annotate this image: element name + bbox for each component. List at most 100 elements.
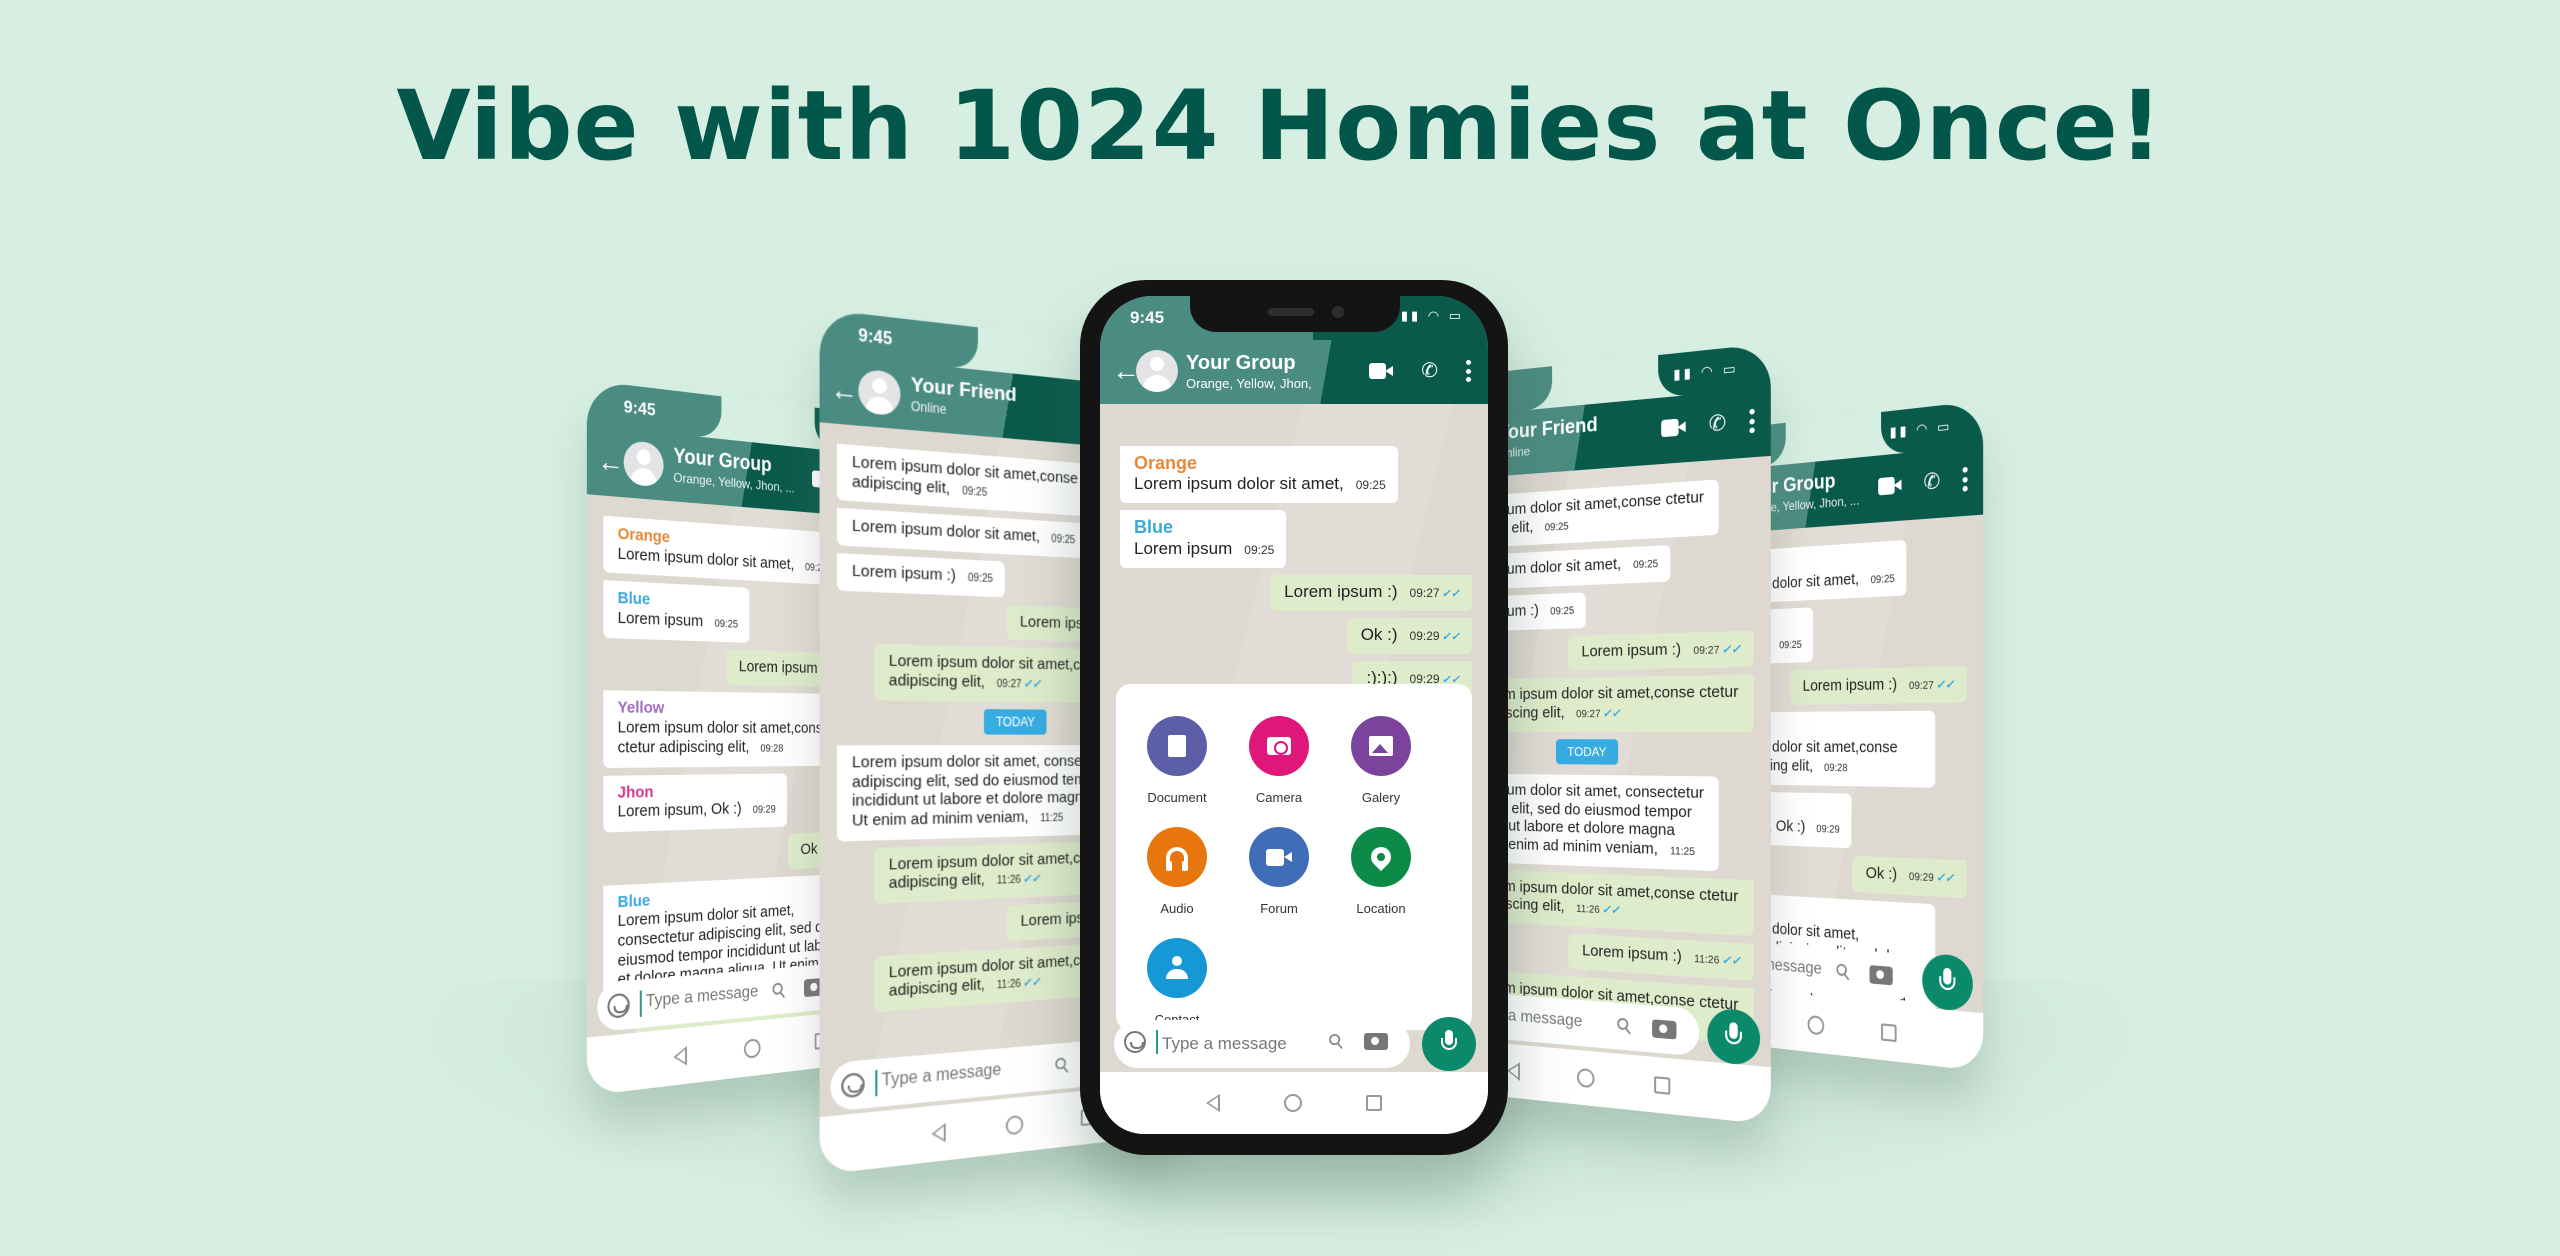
attach-forum[interactable]: Forum [1248,827,1310,916]
message-text: Lorem ipsum :) [738,657,830,678]
chat-title[interactable]: Your Group [1186,352,1296,375]
nav-recents-icon[interactable] [1366,1095,1382,1111]
paperclip-icon[interactable]: ⚲ [1831,957,1857,988]
attach-label: Audio [1160,901,1194,916]
message-time: 09:25 [1544,520,1569,534]
more-vertical-icon[interactable] [1962,466,1969,492]
avatar[interactable] [1136,350,1178,392]
incoming-message: Lorem ipsum dolor sit amet, 09:25 [836,508,1087,559]
arrow-left-icon[interactable]: ← [597,444,624,481]
video-call-icon[interactable] [1661,418,1685,437]
paperclip-icon[interactable]: ⚲ [1323,1027,1350,1056]
message-placeholder: Type a message [645,982,759,1011]
message-text: Lorem ipsum dolor sit amet,conse ctetur … [617,718,830,757]
nav-home-icon[interactable] [1807,1014,1825,1036]
nav-home-icon[interactable] [1005,1114,1024,1136]
message-time: 09:29 [752,804,776,817]
message-text: Lorem ipsum :) [1582,941,1682,966]
chat-subtitle: Online [910,398,947,418]
nav-back-icon[interactable] [1506,1061,1520,1081]
attach-audio-button[interactable] [1147,827,1207,887]
message-time: 11:26 [1576,903,1600,917]
video-call-icon[interactable] [1878,476,1901,495]
nav-home-icon[interactable] [1284,1094,1302,1112]
attach-contact-button[interactable] [1147,938,1207,998]
attach-document-button[interactable] [1147,716,1207,776]
video-call-icon[interactable] [1369,363,1394,379]
incoming-message: OrangeLorem ipsum dolor sit amet, 09:25 [1120,446,1398,504]
attach-audio[interactable]: Audio [1146,827,1208,916]
message-input[interactable]: Type a message ⚲ [1114,1020,1410,1068]
attach-document[interactable]: Document [1146,716,1208,805]
paperclip-icon[interactable]: ⚲ [1049,1051,1075,1080]
attach-camera-button[interactable] [1249,716,1309,776]
outgoing-message: Lorem ipsum :) 11:26✓✓ [1568,933,1754,981]
message-text: Lorem ipsum :) [1581,640,1682,661]
attach-camera[interactable]: Camera [1248,716,1310,805]
nav-back-icon[interactable] [1206,1094,1220,1112]
message-time: 11:25 [1670,845,1696,859]
avatar[interactable] [858,368,901,417]
signal-wifi-battery-icon: ▮▮ ◠ ▭ [1400,308,1464,323]
message-time: 09:27 [996,678,1022,691]
outgoing-message: Ok :) 09:29✓✓ [1346,617,1472,654]
attach-galery[interactable]: Galery [1350,716,1412,805]
main-phone-screen: 9:45 ▮▮ ◠ ▭ ← Your Group Orange, Yellow,… [1100,296,1488,1134]
microphone-button[interactable] [1707,1007,1761,1067]
camera-icon[interactable] [1869,965,1893,986]
message-text: Lorem ipsum [1134,538,1233,558]
incoming-message: BlueLorem ipsum 09:25 [1120,510,1287,568]
phone-call-icon[interactable]: ✆ [1709,411,1727,436]
attach-contact[interactable]: Contact [1146,938,1208,1027]
more-vertical-icon[interactable] [1466,360,1472,382]
microphone-button[interactable] [1922,952,1973,1013]
message-time: 09:27 [1576,708,1601,721]
attach-location-button[interactable] [1351,827,1411,887]
nav-home-icon[interactable] [743,1038,761,1059]
message-time: 09:29 [1816,823,1840,837]
attach-label: Location [1356,901,1406,916]
speaker-grill [1268,308,1314,316]
emoji-icon[interactable] [607,992,630,1019]
message-time: 09:29 [1908,871,1934,885]
avatar[interactable] [623,439,664,488]
emoji-icon[interactable] [1124,1031,1146,1053]
message-placeholder: Type a message [1162,1034,1287,1053]
microphone-button[interactable] [1422,1017,1476,1071]
attach-forum-button[interactable] [1249,827,1309,887]
phone-call-icon[interactable]: ✆ [1923,469,1940,495]
emoji-icon[interactable] [841,1072,865,1099]
camera-icon[interactable] [1364,1033,1388,1050]
camera-icon[interactable] [1652,1019,1677,1040]
nav-recents-icon[interactable] [1654,1076,1671,1095]
read-receipt-icon: ✓✓ [1721,642,1741,657]
message-time: 09:29 [1409,628,1440,643]
nav-back-icon[interactable] [931,1122,946,1144]
message-composer: Type a message ⚲ [1114,1017,1476,1071]
paperclip-icon[interactable]: ⚲ [767,976,792,1005]
message-placeholder: Type a message [881,1061,1002,1091]
nav-home-icon[interactable] [1577,1067,1595,1089]
status-time: 9:45 [858,326,893,350]
message-sender: Orange [1134,453,1198,473]
attach-location[interactable]: Location [1350,827,1412,916]
arrow-left-icon[interactable]: ← [830,372,858,409]
more-vertical-icon[interactable] [1749,408,1755,434]
message-time: 09:27 [1693,644,1720,657]
message-time: 11:26 [996,978,1021,992]
phone-call-icon[interactable]: ✆ [1421,361,1438,381]
attach-galery-button[interactable] [1351,716,1411,776]
message-time: 09:25 [1355,478,1386,493]
read-receipt-icon: ✓✓ [1602,707,1621,721]
chat-title[interactable]: Your Friend [1498,414,1598,445]
text-caret [639,990,642,1017]
chat-header: ← Your Group Orange, Yellow, Jhon, ✆ [1100,340,1488,404]
paperclip-icon[interactable]: ⚲ [1611,1011,1638,1042]
android-nav-bar [1100,1072,1488,1134]
nav-back-icon[interactable] [673,1045,688,1067]
message-time: 09:25 [1550,605,1575,618]
read-receipt-icon: ✓✓ [1721,953,1741,969]
outgoing-message: Ok :) 09:29✓✓ [1852,855,1967,898]
message-time: 09:28 [1824,762,1848,775]
nav-recents-icon[interactable] [1881,1023,1897,1043]
